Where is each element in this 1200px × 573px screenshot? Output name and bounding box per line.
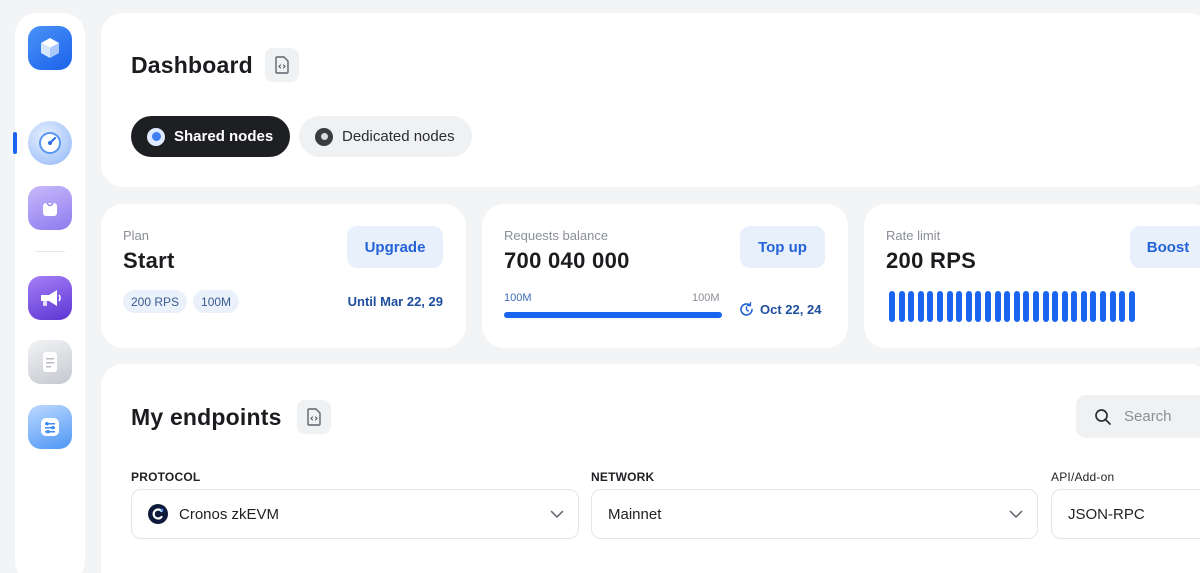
- requests-balance-card: Requests balance 700 040 000 Top up 100M…: [482, 204, 848, 348]
- boost-button[interactable]: Boost: [1130, 226, 1200, 268]
- tab-shared-nodes[interactable]: Shared nodes: [131, 116, 291, 157]
- chevron-down-icon: [550, 510, 564, 518]
- rate-limit-bar: [965, 291, 972, 322]
- logo-button[interactable]: [28, 26, 72, 70]
- rate-limit-bar: [1109, 291, 1116, 322]
- progress-right-label: 100M: [692, 292, 720, 304]
- rate-limit-bar: [1080, 291, 1087, 322]
- chevron-down-icon: [1009, 510, 1023, 518]
- code-document-icon: [275, 56, 289, 74]
- active-indicator: [13, 132, 17, 154]
- rate-limit-bar: [1071, 291, 1078, 322]
- plan-chip-requests: 100M: [193, 290, 240, 313]
- docs-button[interactable]: [264, 48, 299, 82]
- endpoints-title: My endpoints: [131, 403, 282, 430]
- rate-limit-bar: [1090, 291, 1097, 322]
- sidebar-item-settings[interactable]: [28, 405, 72, 449]
- plan-card: Plan Start Upgrade 200 RPS 100M Until Ma…: [101, 204, 466, 348]
- endpoints-card: [101, 364, 1200, 573]
- plan-value: Start: [123, 248, 175, 273]
- rate-limit-bar: [956, 291, 963, 322]
- upgrade-button[interactable]: Upgrade: [347, 226, 443, 268]
- api-addon-label: API/Add-on: [1051, 470, 1115, 484]
- top-up-button[interactable]: Top up: [740, 226, 825, 268]
- speedometer-icon: [39, 132, 61, 154]
- rate-limit-bars: [889, 291, 1135, 322]
- rate-limit-bar: [917, 291, 924, 322]
- search-placeholder: Search: [1124, 408, 1172, 425]
- search-box[interactable]: Search: [1076, 395, 1200, 438]
- search-icon: [1095, 408, 1111, 425]
- rate-limit-bar: [975, 291, 982, 322]
- rate-limit-bar: [1128, 291, 1135, 322]
- rate-limit-bar: [1042, 291, 1049, 322]
- requests-progress-track: [504, 312, 722, 318]
- requests-label: Requests balance: [504, 228, 609, 243]
- sidebar-item-announcements[interactable]: [28, 276, 72, 320]
- document-icon: [43, 352, 57, 372]
- dedicated-nodes-icon: [315, 127, 333, 146]
- protocol-label: PROTOCOL: [131, 470, 201, 484]
- refresh-clock-icon: [740, 302, 753, 316]
- tab-dedicated-nodes[interactable]: Dedicated nodes: [299, 116, 472, 157]
- rate-limit-bar: [1119, 291, 1126, 322]
- plan-until-date: Until Mar 22, 29: [347, 294, 443, 309]
- api-addon-value: JSON-RPC: [1068, 505, 1145, 523]
- rate-limit-bar: [946, 291, 953, 322]
- tab-dedicated-nodes-label: Dedicated nodes: [342, 128, 455, 145]
- rate-limit-label: Rate limit: [886, 228, 941, 243]
- rate-limit-bar: [1004, 291, 1011, 322]
- rate-limit-bar: [936, 291, 943, 322]
- sidebar-item-dashboard[interactable]: [28, 121, 72, 165]
- settings-sliders-icon: [41, 418, 59, 436]
- network-select[interactable]: Mainnet: [591, 489, 1038, 539]
- rate-limit-bar: [1061, 291, 1068, 322]
- rate-limit-bar: [908, 291, 915, 322]
- rate-limit-bar: [1052, 291, 1059, 322]
- code-document-icon: [306, 408, 321, 426]
- network-value: Mainnet: [608, 505, 662, 523]
- plan-label: Plan: [123, 228, 150, 243]
- shopping-bag-icon: [43, 202, 57, 216]
- rate-limit-bar: [1013, 291, 1020, 322]
- rate-limit-bar: [1023, 291, 1030, 322]
- network-label: NETWORK: [591, 470, 655, 484]
- rate-limit-bar: [984, 291, 991, 322]
- protocol-value: Cronos zkEVM: [179, 505, 280, 523]
- shared-nodes-icon: [147, 127, 165, 146]
- sidebar: [13, 13, 85, 573]
- rate-limit-bar: [1100, 291, 1107, 322]
- progress-left-label: 100M: [504, 292, 532, 304]
- endpoints-docs-button[interactable]: [296, 400, 331, 434]
- protocol-select[interactable]: Cronos zkEVM: [131, 489, 579, 539]
- api-addon-select[interactable]: JSON-RPC: [1051, 489, 1200, 539]
- rate-limit-bar: [994, 291, 1001, 322]
- requests-value: 700 040 000: [504, 248, 630, 273]
- tab-shared-nodes-label: Shared nodes: [174, 128, 274, 145]
- rate-limit-bar: [1032, 291, 1039, 322]
- rate-limit-bar: [927, 291, 934, 322]
- rate-limit-card: Rate limit 200 RPS Boost: [864, 204, 1200, 348]
- cronos-logo-icon: [148, 504, 168, 524]
- rate-limit-value: 200 RPS: [886, 248, 977, 273]
- rate-limit-bar: [898, 291, 905, 322]
- sidebar-divider: [35, 251, 65, 252]
- requests-progress-fill: [504, 312, 722, 318]
- sidebar-item-shop[interactable]: [28, 186, 72, 230]
- plan-chip-rps: 200 RPS: [123, 290, 188, 313]
- sidebar-item-docs[interactable]: [28, 340, 72, 384]
- megaphone-icon: [41, 290, 61, 306]
- header-card: Dashboard Shared nodes Dedicated nodes: [101, 13, 1200, 187]
- cube-logo-icon: [41, 38, 59, 58]
- rate-limit-bar: [889, 291, 895, 322]
- requests-date: Oct 22, 24: [760, 302, 822, 317]
- page-title: Dashboard: [131, 51, 253, 78]
